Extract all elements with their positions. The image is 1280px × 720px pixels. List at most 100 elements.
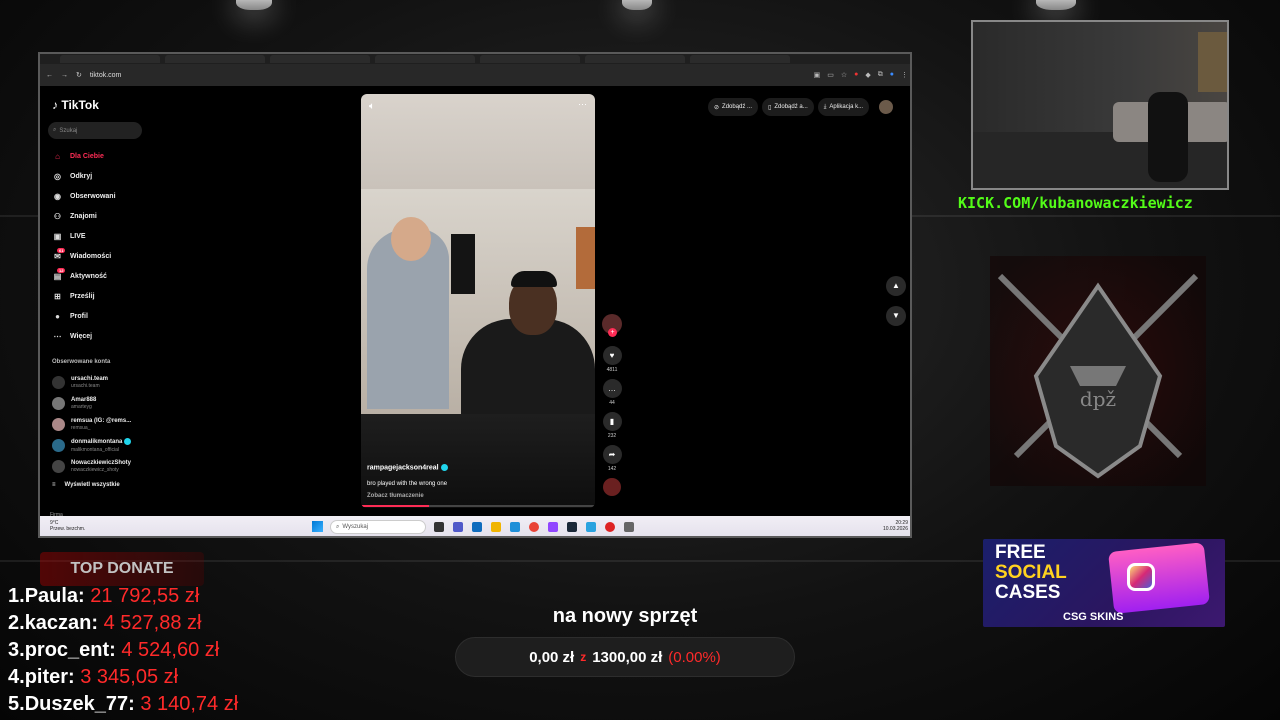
video-progress[interactable] (361, 505, 595, 507)
top-donate-title: TOP DONATE (40, 552, 204, 586)
goal-separator: z (580, 650, 587, 664)
taskbar-search[interactable]: ⌕ Wyszukaj (330, 520, 426, 534)
sidebar-item-profile[interactable]: ● Profil (52, 306, 172, 326)
header-actions: ⊘ Zdobądź ... ▯ Zdobądź a... ⤓ Aplikacja k.… (708, 98, 894, 116)
follow-plus-icon[interactable]: + (608, 328, 617, 337)
sidebar-item-following[interactable]: ◉ Obserwowani (52, 186, 172, 206)
browser-tab[interactable] (480, 55, 580, 63)
like-action[interactable]: ♥ 4811 (600, 346, 624, 373)
sidebar-item-upload[interactable]: ⊞ Prześlij (52, 286, 172, 306)
sidebar-item-for-you[interactable]: ⌂ Dla Ciebie (52, 146, 172, 166)
app-icon[interactable] (586, 522, 596, 532)
creator-avatar[interactable]: + (602, 314, 622, 337)
steam-icon[interactable] (567, 522, 577, 532)
taskbar-clock[interactable]: 20:29 10.03.2026 (883, 520, 908, 532)
video-frame (361, 189, 595, 419)
top-donors-list: 1.Paula: 21 792,55 zł 2.kaczan: 4 527,88… (8, 583, 238, 718)
donor-row: 1.Paula: 21 792,55 zł (8, 585, 200, 607)
followed-account[interactable]: Amar888 amarteyg (52, 393, 172, 414)
translate-icon[interactable]: ▣ (814, 71, 821, 79)
tiktok-logo[interactable]: ♪ TikTok (52, 98, 99, 112)
browser-tab[interactable] (270, 55, 370, 63)
task-view-icon[interactable] (434, 522, 444, 532)
goal-target: 1300,00 zł (592, 648, 663, 666)
reload-icon[interactable]: ↻ (76, 71, 82, 79)
app-icon[interactable] (510, 522, 520, 532)
activity-icon: ▤ 12 (53, 267, 66, 281)
comment-icon[interactable]: … (602, 379, 622, 398)
cast-icon[interactable]: ▭ (827, 71, 834, 79)
sidebar-item-activity[interactable]: ▤ 12 Aktywność (52, 266, 172, 286)
puzzle-icon[interactable]: ⧉ (878, 71, 883, 79)
comment-count: 44 (609, 400, 615, 406)
donor-row: 3.proc_ent: 4 524,60 zł (8, 639, 220, 661)
video-player[interactable]: 🔈︎ ⋯ rampagejackson4real bro played with… (361, 94, 595, 508)
coin-icon: ⊘ (714, 104, 720, 111)
kick-channel-url: KICK.COM/kubanowaczkiewicz (958, 194, 1193, 212)
next-video-button[interactable]: ▼ (886, 306, 906, 326)
share-icon[interactable]: ➦ (602, 445, 622, 464)
star-icon[interactable]: ☆ (841, 71, 847, 79)
sidebar-item-explore[interactable]: ◎ Odkryj (52, 166, 172, 186)
teams-icon[interactable] (453, 522, 463, 532)
user-avatar[interactable] (879, 100, 894, 114)
more-options-icon[interactable]: ⋯ (578, 99, 587, 110)
app-icon[interactable] (548, 522, 558, 532)
profile-icon[interactable]: ● (890, 71, 894, 79)
followed-account[interactable]: ursachi.team ursachi.team (52, 372, 172, 393)
instagram-icon (1127, 563, 1155, 591)
desktop-app-button[interactable]: ⤓ Aplikacja k... (817, 98, 870, 116)
back-icon[interactable]: ← (46, 72, 53, 79)
url-field[interactable]: tiktok.com (90, 72, 122, 79)
donation-goal-bar: 0,00 zł z 1300,00 zł (0.00%) (455, 637, 795, 677)
browser-tab[interactable] (690, 55, 790, 63)
windows-start-icon[interactable] (312, 521, 323, 532)
sidebar-item-more[interactable]: ⋯ Więcej (52, 326, 172, 346)
get-coins-button[interactable]: ⊘ Zdobądź ... (708, 98, 759, 116)
app-icon[interactable] (472, 522, 482, 532)
weather-widget[interactable]: 9°C Przew. bezchm. (50, 520, 85, 532)
activity-badge: 12 (57, 267, 66, 273)
bookmark-icon[interactable]: ▮ (602, 412, 622, 431)
taskbar-apps (434, 522, 634, 532)
donor-row: 2.kaczan: 4 527,88 zł (8, 612, 202, 634)
folder-icon[interactable] (491, 522, 501, 532)
extension-icon[interactable]: ● (854, 71, 858, 79)
csgoskins-ad-banner[interactable]: FREE SOCIAL CASES CSG SKINS (983, 539, 1225, 627)
forward-icon[interactable]: → (61, 72, 68, 79)
menu-icon[interactable]: ⋮ (901, 71, 908, 79)
browser-tab[interactable] (375, 55, 475, 63)
sidebar-item-messages[interactable]: ✉ 61 Wiadomości (52, 246, 172, 266)
previous-video-button[interactable]: ▲ (886, 276, 906, 296)
avatar (52, 397, 65, 410)
settings-icon[interactable] (624, 522, 634, 532)
browser-tab[interactable] (165, 55, 265, 63)
extension-icon[interactable]: ◆ (865, 71, 870, 79)
music-disc-icon[interactable] (603, 478, 621, 496)
video-progress-fill (361, 505, 429, 507)
extensions-bar: ▣ ▭ ☆ ● ◆ ⧉ ● ⋮ (814, 71, 908, 79)
sidebar-item-friends[interactable]: ⚇ Znajomi (52, 206, 172, 226)
share-action[interactable]: ➦ 142 (600, 445, 624, 472)
browser-tab[interactable] (60, 55, 160, 63)
followed-account[interactable]: NowaczkiewiczShoty nowaczkiewicz_shoty (52, 456, 172, 477)
save-action[interactable]: ▮ 232 (600, 412, 624, 439)
get-app-button[interactable]: ▯ Zdobądź a... (762, 98, 814, 116)
ceiling-light (236, 0, 272, 10)
volume-icon[interactable]: 🔈︎ (369, 101, 375, 112)
app-icon[interactable] (605, 522, 615, 532)
video-author[interactable]: rampagejackson4real (367, 464, 448, 471)
ceiling-light (622, 0, 652, 10)
browser-tab[interactable] (585, 55, 685, 63)
sidebar-item-live[interactable]: ▣ LIVE (52, 226, 172, 246)
chrome-icon[interactable] (529, 522, 539, 532)
chevron-up-icon: ▲ (892, 281, 900, 290)
comment-action[interactable]: … 44 (600, 379, 624, 406)
followed-account[interactable]: donmalikmontana malikmontana_official (52, 435, 172, 456)
sidebar-nav: ⌂ Dla Ciebie ◎ Odkryj ◉ Obserwowani ⚇ Zn… (52, 146, 172, 346)
show-all-link[interactable]: ≡ Wyświetl wszystkie (52, 482, 120, 488)
translate-link[interactable]: Zobacz tłumaczenie (367, 493, 424, 499)
heart-icon[interactable]: ♥ (602, 346, 622, 365)
search-input[interactable]: ⌕ Szukaj (48, 122, 142, 139)
followed-account[interactable]: remsua (IG: @rems... remsua_ (52, 414, 172, 435)
